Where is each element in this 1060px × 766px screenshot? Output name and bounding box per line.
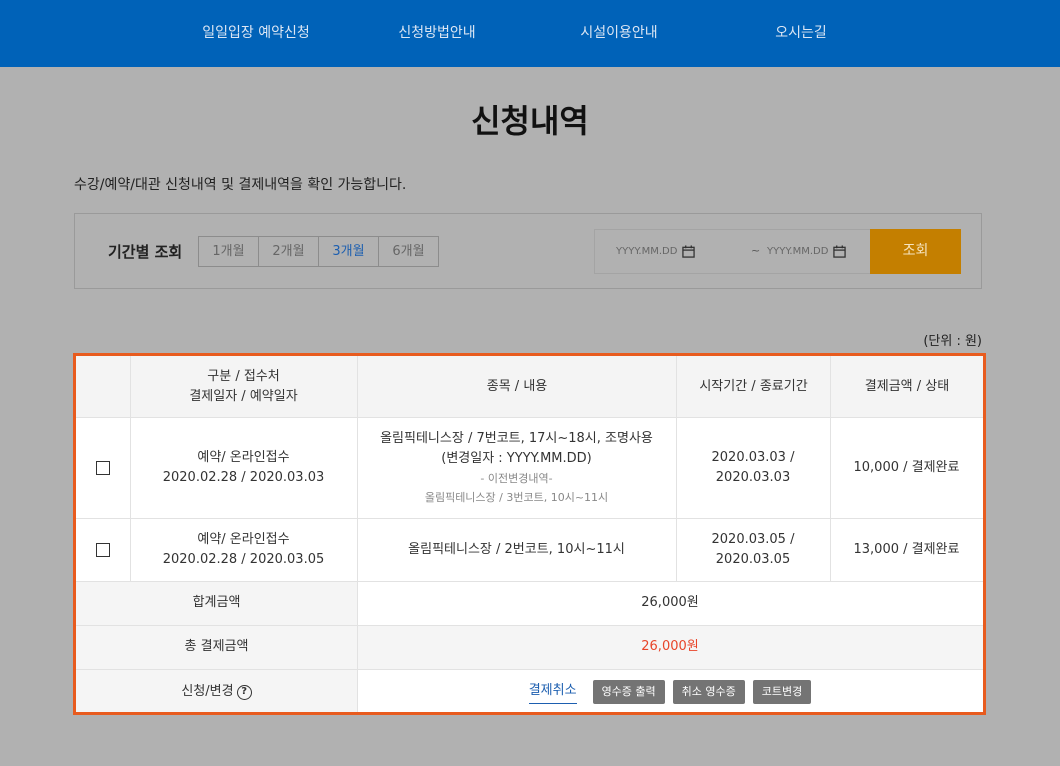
table-row-type-cell: 예약/ 온라인접수 2020.02.28 / 2020.03.05 xyxy=(130,518,357,581)
table-row-type-cell: 예약/ 온라인접수 2020.02.28 / 2020.03.03 xyxy=(130,418,357,518)
search-button[interactable]: 조회 xyxy=(870,229,961,274)
row-period-start: 2020.03.03 / xyxy=(711,450,795,465)
print-receipt-button[interactable]: 영수증 출력 xyxy=(592,680,665,704)
page-title: 신청내역 xyxy=(471,102,589,140)
top-navigation: 일일입장 예약신청 신청방법안내 시설이용안내 오시는길 xyxy=(0,0,1060,67)
nav-item-facility-info[interactable]: 시설이용안내 xyxy=(580,0,657,67)
period-6-month-button[interactable]: 6개월 xyxy=(379,237,438,266)
row-dates: 2020.02.28 / 2020.03.03 xyxy=(162,470,325,485)
row-content: 올림픽테니스장 / 7번코트, 17시~18시, 조명사용 xyxy=(380,431,653,446)
row-period-end: 2020.03.03 xyxy=(715,470,791,485)
change-court-button[interactable]: 코트변경 xyxy=(752,680,812,704)
action-label: 신청/변경 xyxy=(181,684,234,699)
end-date-input[interactable]: YYYY.MM.DD xyxy=(767,230,847,273)
unit-label: (단위 : 원) xyxy=(923,334,982,349)
date-range-area: YYYY.MM.DD ~ YYYY.MM.DD xyxy=(594,229,870,274)
table-row-content-cell: 올림픽테니스장 / 7번코트, 17시~18시, 조명사용 (변경일자 : YY… xyxy=(357,418,676,518)
nav-item-daily-reservation[interactable]: 일일입장 예약신청 xyxy=(202,0,310,67)
sum-label: 합계금액 xyxy=(192,595,241,610)
action-label-cell: 신청/변경 ? xyxy=(76,669,357,712)
period-button-group: 1개월 2개월 3개월 6개월 xyxy=(198,236,439,267)
row-type: 예약/ 온라인접수 xyxy=(197,531,290,547)
row-prev-change-detail: 올림픽테니스장 / 3번코트, 10시~11시 xyxy=(424,491,609,504)
reservation-history-table: 구분 / 접수처 결제일자 / 예약일자 종목 / 내용 시작기간 / 종료기간… xyxy=(73,353,986,715)
row-period-start: 2020.03.05 / xyxy=(711,531,795,547)
calendar-icon[interactable] xyxy=(682,245,696,258)
period-filter-panel: 기간별 조회 1개월 2개월 3개월 6개월 YYYY.MM.DD ~ YYYY… xyxy=(74,213,982,289)
header-content: 종목 / 내용 xyxy=(486,379,548,394)
row-checkbox[interactable] xyxy=(96,542,110,557)
row-amount-status: 13,000 / 결제완료 xyxy=(853,541,960,557)
row-content: 올림픽테니스장 / 2번코트, 10시~11시 xyxy=(408,541,625,557)
table-row-period-cell: 2020.03.05 / 2020.03.05 xyxy=(676,518,830,581)
nav-item-how-to-apply[interactable]: 신청방법안내 xyxy=(398,0,475,67)
row-select-cell xyxy=(76,418,130,518)
date-range-separator: ~ xyxy=(751,244,761,257)
header-amount-status: 결제금액 / 상태 xyxy=(864,379,950,394)
row-change-date: (변경일자 : YYYY.MM.DD) xyxy=(441,451,592,466)
header-date-label: 결제일자 / 예약일자 xyxy=(189,389,298,404)
cancel-payment-link[interactable]: 결제취소 xyxy=(528,681,577,704)
calendar-icon[interactable] xyxy=(833,245,847,258)
total-value: 26,000원 xyxy=(641,639,699,654)
nav-item-directions[interactable]: 오시는길 xyxy=(775,0,827,67)
row-dates: 2020.02.28 / 2020.03.05 xyxy=(162,551,325,567)
start-date-placeholder: YYYY.MM.DD xyxy=(616,246,678,257)
row-prev-change-title: - 이전변경내역- xyxy=(480,472,553,485)
period-2-month-button[interactable]: 2개월 xyxy=(259,237,319,266)
row-amount-status: 10,000 / 결제완료 xyxy=(853,460,960,475)
end-date-placeholder: YYYY.MM.DD xyxy=(767,246,829,257)
total-label: 총 결제금액 xyxy=(184,639,249,654)
cancel-receipt-button[interactable]: 취소 영수증 xyxy=(672,680,745,704)
header-type-date: 구분 / 접수처 결제일자 / 예약일자 xyxy=(130,356,357,418)
period-3-month-button[interactable]: 3개월 xyxy=(319,237,379,266)
sum-value: 26,000원 xyxy=(641,595,699,610)
period-1-month-button[interactable]: 1개월 xyxy=(199,237,259,266)
page-intro: 수강/예약/대관 신청내역 및 결제내역을 확인 가능합니다. xyxy=(74,177,407,193)
row-checkbox[interactable] xyxy=(96,461,110,475)
row-type: 예약/ 온라인접수 xyxy=(197,450,290,465)
header-period: 시작기간 / 종료기간 xyxy=(699,379,808,394)
header-type-label: 구분 / 접수처 xyxy=(207,369,280,384)
help-icon[interactable]: ? xyxy=(236,684,252,700)
row-select-cell xyxy=(76,518,130,581)
start-date-input[interactable]: YYYY.MM.DD xyxy=(616,230,696,273)
row-period-end: 2020.03.05 xyxy=(715,551,791,567)
period-filter-label: 기간별 조회 xyxy=(108,243,183,261)
action-buttons: 결제취소 영수증 출력 취소 영수증 코트변경 xyxy=(357,669,983,712)
table-row-period-cell: 2020.03.03 / 2020.03.03 xyxy=(676,418,830,518)
table-header: 구분 / 접수처 결제일자 / 예약일자 종목 / 내용 시작기간 / 종료기간… xyxy=(76,356,983,418)
